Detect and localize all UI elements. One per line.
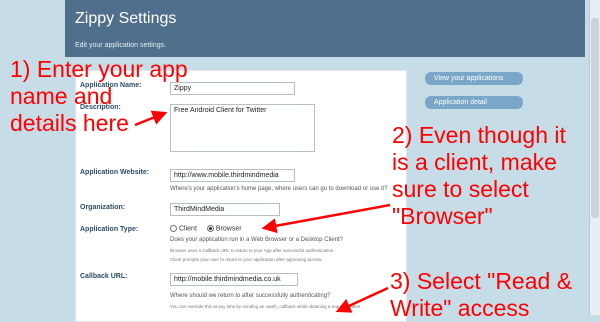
arrow-step-1	[134, 110, 168, 127]
arrow-step-3	[335, 286, 389, 313]
annotation-arrows	[134, 110, 391, 313]
arrow-step-2	[261, 203, 391, 234]
